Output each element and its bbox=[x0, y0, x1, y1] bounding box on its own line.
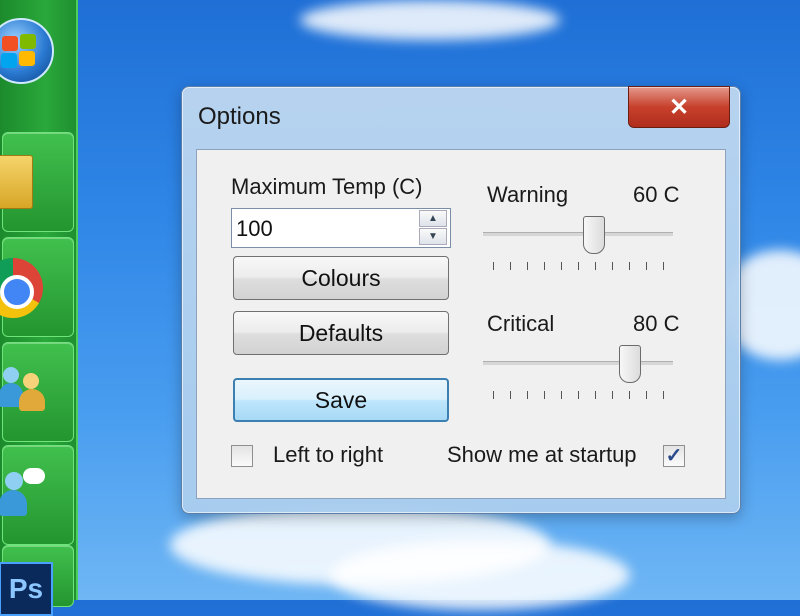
slider-tick bbox=[527, 391, 528, 399]
close-icon: ✕ bbox=[668, 93, 690, 121]
slider-tick bbox=[578, 391, 579, 399]
slider-ticks bbox=[493, 262, 664, 270]
taskbar-explorer[interactable] bbox=[0, 132, 74, 232]
slider-tick bbox=[578, 262, 579, 270]
folder-icon bbox=[0, 155, 33, 209]
slider-track bbox=[483, 232, 673, 236]
slider-tick bbox=[629, 391, 630, 399]
slider-tick bbox=[629, 262, 630, 270]
critical-label: Critical bbox=[487, 311, 555, 336]
arrow-down-icon: ▼ bbox=[428, 231, 438, 242]
defaults-button[interactable]: Defaults bbox=[233, 311, 449, 355]
critical-value: 80 C bbox=[633, 311, 680, 336]
slider-tick bbox=[527, 262, 528, 270]
options-window: Options ✕ Maximum Temp (C) 100 ▲ ▼ Colou… bbox=[181, 86, 741, 514]
windows-logo-icon bbox=[0, 18, 54, 84]
close-button[interactable]: ✕ bbox=[628, 86, 730, 128]
start-button[interactable] bbox=[0, 0, 72, 110]
window-title: Options bbox=[198, 103, 281, 130]
taskbar-photoshop[interactable]: Ps bbox=[0, 545, 74, 616]
people-icon bbox=[0, 365, 47, 415]
slider-tick bbox=[612, 391, 613, 399]
checkmark-icon: ✓ bbox=[665, 445, 683, 467]
taskbar-people[interactable] bbox=[0, 342, 74, 442]
cloud bbox=[300, 0, 560, 40]
taskbar: Ps bbox=[0, 0, 78, 616]
arrow-up-icon: ▲ bbox=[428, 213, 438, 224]
warning-value: 60 C bbox=[633, 182, 680, 207]
left-to-right-checkbox[interactable] bbox=[231, 445, 253, 467]
max-temp-label: Maximum Temp (C) bbox=[231, 174, 423, 199]
spin-down-button[interactable]: ▼ bbox=[419, 228, 447, 245]
slider-tick bbox=[561, 262, 562, 270]
slider-tick bbox=[510, 391, 511, 399]
max-temp-spinner[interactable]: 100 ▲ ▼ bbox=[231, 208, 451, 248]
slider-tick bbox=[646, 391, 647, 399]
slider-tick bbox=[595, 262, 596, 270]
slider-tick bbox=[646, 262, 647, 270]
slider-tick bbox=[663, 262, 664, 270]
options-panel: Maximum Temp (C) 100 ▲ ▼ Colours Default… bbox=[196, 149, 726, 499]
show-at-startup-checkbox[interactable]: ✓ bbox=[663, 445, 685, 467]
slider-tick bbox=[595, 391, 596, 399]
photoshop-icon: Ps bbox=[0, 562, 53, 616]
slider-tick bbox=[544, 391, 545, 399]
warning-slider[interactable] bbox=[483, 210, 673, 270]
slider-tick bbox=[561, 391, 562, 399]
slider-tick bbox=[612, 262, 613, 270]
colours-button[interactable]: Colours bbox=[233, 256, 449, 300]
show-at-startup-label[interactable]: Show me at startup bbox=[447, 442, 637, 468]
save-button[interactable]: Save bbox=[233, 378, 449, 422]
chrome-icon bbox=[0, 258, 43, 318]
spin-up-button[interactable]: ▲ bbox=[419, 210, 447, 227]
max-temp-value[interactable]: 100 bbox=[236, 216, 273, 242]
slider-tick bbox=[493, 391, 494, 399]
slider-tick bbox=[544, 262, 545, 270]
taskbar-chrome[interactable] bbox=[0, 237, 74, 337]
slider-thumb[interactable] bbox=[619, 345, 642, 383]
messenger-icon bbox=[0, 468, 47, 518]
warning-label: Warning bbox=[487, 182, 569, 207]
slider-track bbox=[483, 361, 673, 365]
slider-tick bbox=[663, 391, 664, 399]
left-to-right-label[interactable]: Left to right bbox=[273, 442, 383, 468]
slider-ticks bbox=[493, 391, 664, 399]
slider-tick bbox=[493, 262, 494, 270]
critical-slider[interactable] bbox=[483, 339, 673, 399]
slider-tick bbox=[510, 262, 511, 270]
taskbar-messenger[interactable] bbox=[0, 445, 74, 545]
slider-thumb[interactable] bbox=[583, 216, 606, 254]
